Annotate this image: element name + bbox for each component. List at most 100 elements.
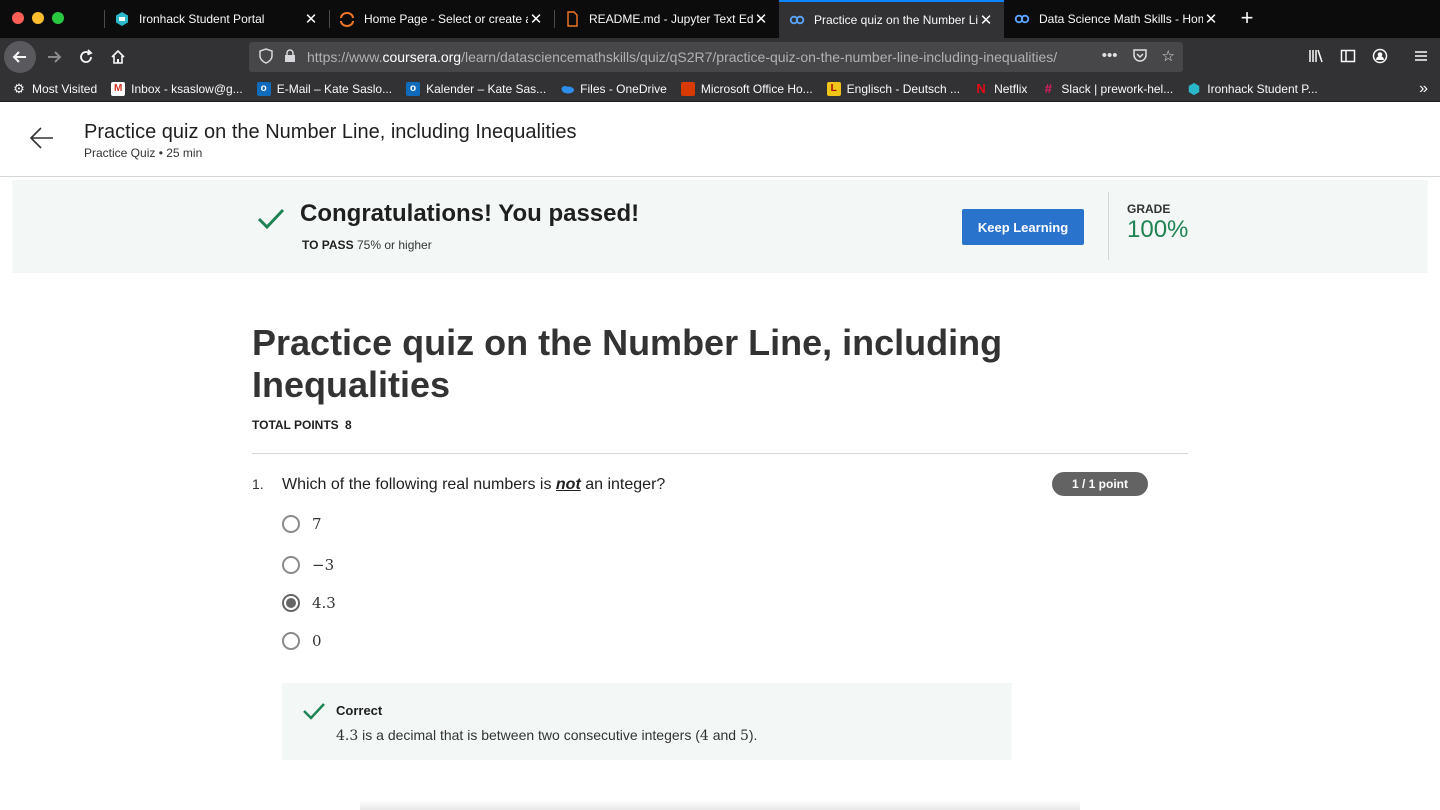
browser-tab-active[interactable]: Practice quiz on the Number Li ✕ [779,0,1004,38]
dictionary-icon: L [826,81,841,96]
answer-option[interactable]: 7 [282,514,322,534]
home-icon[interactable] [102,41,134,73]
bookmark-office[interactable]: Microsoft Office Ho... [680,81,813,96]
sticky-footer-shadow [360,800,1080,810]
browser-tab-5[interactable]: Data Science Math Skills - Hom ✕ [1004,0,1229,38]
feedback-box: Correct 4.3 is a decimal that is between… [282,683,1012,760]
quiz-title: Practice quiz on the Number Line, includ… [252,322,1003,405]
question-text-part: Which of the following real numbers is [282,476,552,493]
bookmark-label: Files - OneDrive [580,81,667,96]
to-pass-label: TO PASS [302,238,354,252]
bookmark-slack[interactable]: # Slack | prework-hel... [1041,81,1173,96]
radio-button[interactable] [282,515,300,533]
more-actions-icon[interactable]: ••• [1102,47,1118,67]
bookmark-gmail[interactable]: M Inbox - ksaslow@g... [111,81,243,96]
tab-title: Practice quiz on the Number Li [814,13,978,27]
bookmark-label: Kalender – Kate Sas... [426,81,547,96]
feedback-math: 4 [699,728,709,744]
close-tab-icon[interactable]: ✕ [753,10,769,28]
bookmark-onedrive[interactable]: Files - OneDrive [560,82,667,96]
url-domain: coursera.org [382,49,462,65]
radio-button-selected[interactable] [282,594,300,612]
tab-title: Data Science Math Skills - Hom [1039,12,1203,26]
forward-icon[interactable] [38,41,70,73]
url-bar[interactable]: https://www.coursera.org/learn/datascien… [249,42,1183,72]
total-points-value: 8 [345,418,352,432]
answer-option-selected[interactable]: 4.3 [282,593,336,613]
coursera-icon [789,12,805,28]
close-window-button[interactable] [12,12,24,24]
bookmark-label: Englisch - Deutsch ... [846,81,961,96]
question-text-part: an integer? [585,476,666,493]
office-icon [680,81,695,96]
jupyter-icon [339,11,355,27]
page-subtitle: Practice Quiz • 25 min [84,146,203,160]
bookmark-label: Netflix [994,81,1028,96]
question-emphasis: not [555,476,581,493]
tab-title: Home Page - Select or create a [364,12,528,26]
gmail-icon: M [111,81,126,96]
library-icon[interactable] [1308,48,1324,64]
bookmark-dictionary[interactable]: L Englisch - Deutsch ... [826,81,961,96]
feedback-text-part: ). [748,727,758,743]
feedback-label: Correct [336,703,383,718]
bookmark-label: Most Visited [32,81,98,96]
bookmark-most-visited[interactable]: ⚙ Most Visited [12,81,98,96]
points-badge: 1 / 1 point [1052,472,1148,496]
coursera-quiz-page: Practice quiz on the Number Line, includ… [0,102,1440,810]
browser-tab-2[interactable]: Home Page - Select or create a ✕ [329,0,554,38]
feedback-text: 4.3 is a decimal that is between two con… [336,727,757,744]
browser-tab-3[interactable]: README.md - Jupyter Text Edit ✕ [554,0,779,38]
bookmark-outlook-mail[interactable]: o E-Mail – Kate Saslo... [256,81,392,96]
bookmark-label: Ironhack Student P... [1207,81,1318,96]
tab-title: Ironhack Student Portal [139,12,265,26]
bookmark-netflix[interactable]: N Netflix [974,81,1028,96]
feedback-math: 5 [739,728,749,744]
sidebar-icon[interactable] [1340,48,1356,64]
radio-button[interactable] [282,632,300,650]
browser-nav-bar: https://www.coursera.org/learn/datascien… [0,38,1440,76]
bookmark-ironhack[interactable]: Ironhack Student P... [1187,82,1318,96]
chevron-double-right-icon[interactable]: » [1419,80,1428,98]
outlook-icon: o [406,81,421,96]
lock-icon[interactable] [283,48,297,66]
pass-banner: Congratulations! You passed! TO PASS 75%… [12,180,1428,273]
minimize-window-button[interactable] [32,12,44,24]
back-arrow-icon[interactable] [28,124,56,152]
tab-title: README.md - Jupyter Text Edit [589,12,753,26]
new-tab-icon[interactable]: + [1236,6,1258,30]
question-text: Which of the following real numbers is n… [282,476,665,494]
divider [1108,192,1109,260]
slack-icon: # [1044,81,1053,96]
bookmark-outlook-calendar[interactable]: o Kalender – Kate Sas... [406,81,547,96]
keep-learning-button[interactable]: Keep Learning [962,209,1084,245]
url-path: /learn/datasciencemathskills/quiz/qS2R7/… [461,49,1058,65]
close-tab-icon[interactable]: ✕ [303,10,319,28]
pocket-icon[interactable] [1132,47,1148,67]
account-icon[interactable] [1372,48,1388,64]
bookmark-label: Inbox - ksaslow@g... [131,81,243,96]
maximize-window-button[interactable] [52,12,64,24]
answer-option[interactable]: 0 [282,631,322,651]
ironhack-icon [114,11,130,27]
file-icon [564,11,580,27]
menu-icon[interactable] [1413,48,1429,64]
page-title: Practice quiz on the Number Line, includ… [84,121,577,143]
url-text[interactable]: https://www.coursera.org/learn/datascien… [307,49,1092,65]
close-tab-icon[interactable]: ✕ [978,11,994,29]
tracking-shield-icon[interactable] [257,47,275,67]
outlook-icon: o [256,81,271,96]
radio-button[interactable] [282,556,300,574]
checkmark-icon [302,699,326,723]
divider [252,453,1188,454]
answer-option[interactable]: −3 [282,555,334,575]
browser-tab-1[interactable]: Ironhack Student Portal ✕ [104,0,329,38]
coursera-icon [1014,11,1030,27]
reload-icon[interactable] [70,41,102,73]
url-prefix: https://www. [307,49,383,65]
back-icon[interactable] [4,41,36,73]
pass-message: Congratulations! You passed! [300,200,640,227]
close-tab-icon[interactable]: ✕ [1203,10,1219,28]
close-tab-icon[interactable]: ✕ [528,10,544,28]
bookmark-star-icon[interactable]: ☆ [1162,47,1175,67]
